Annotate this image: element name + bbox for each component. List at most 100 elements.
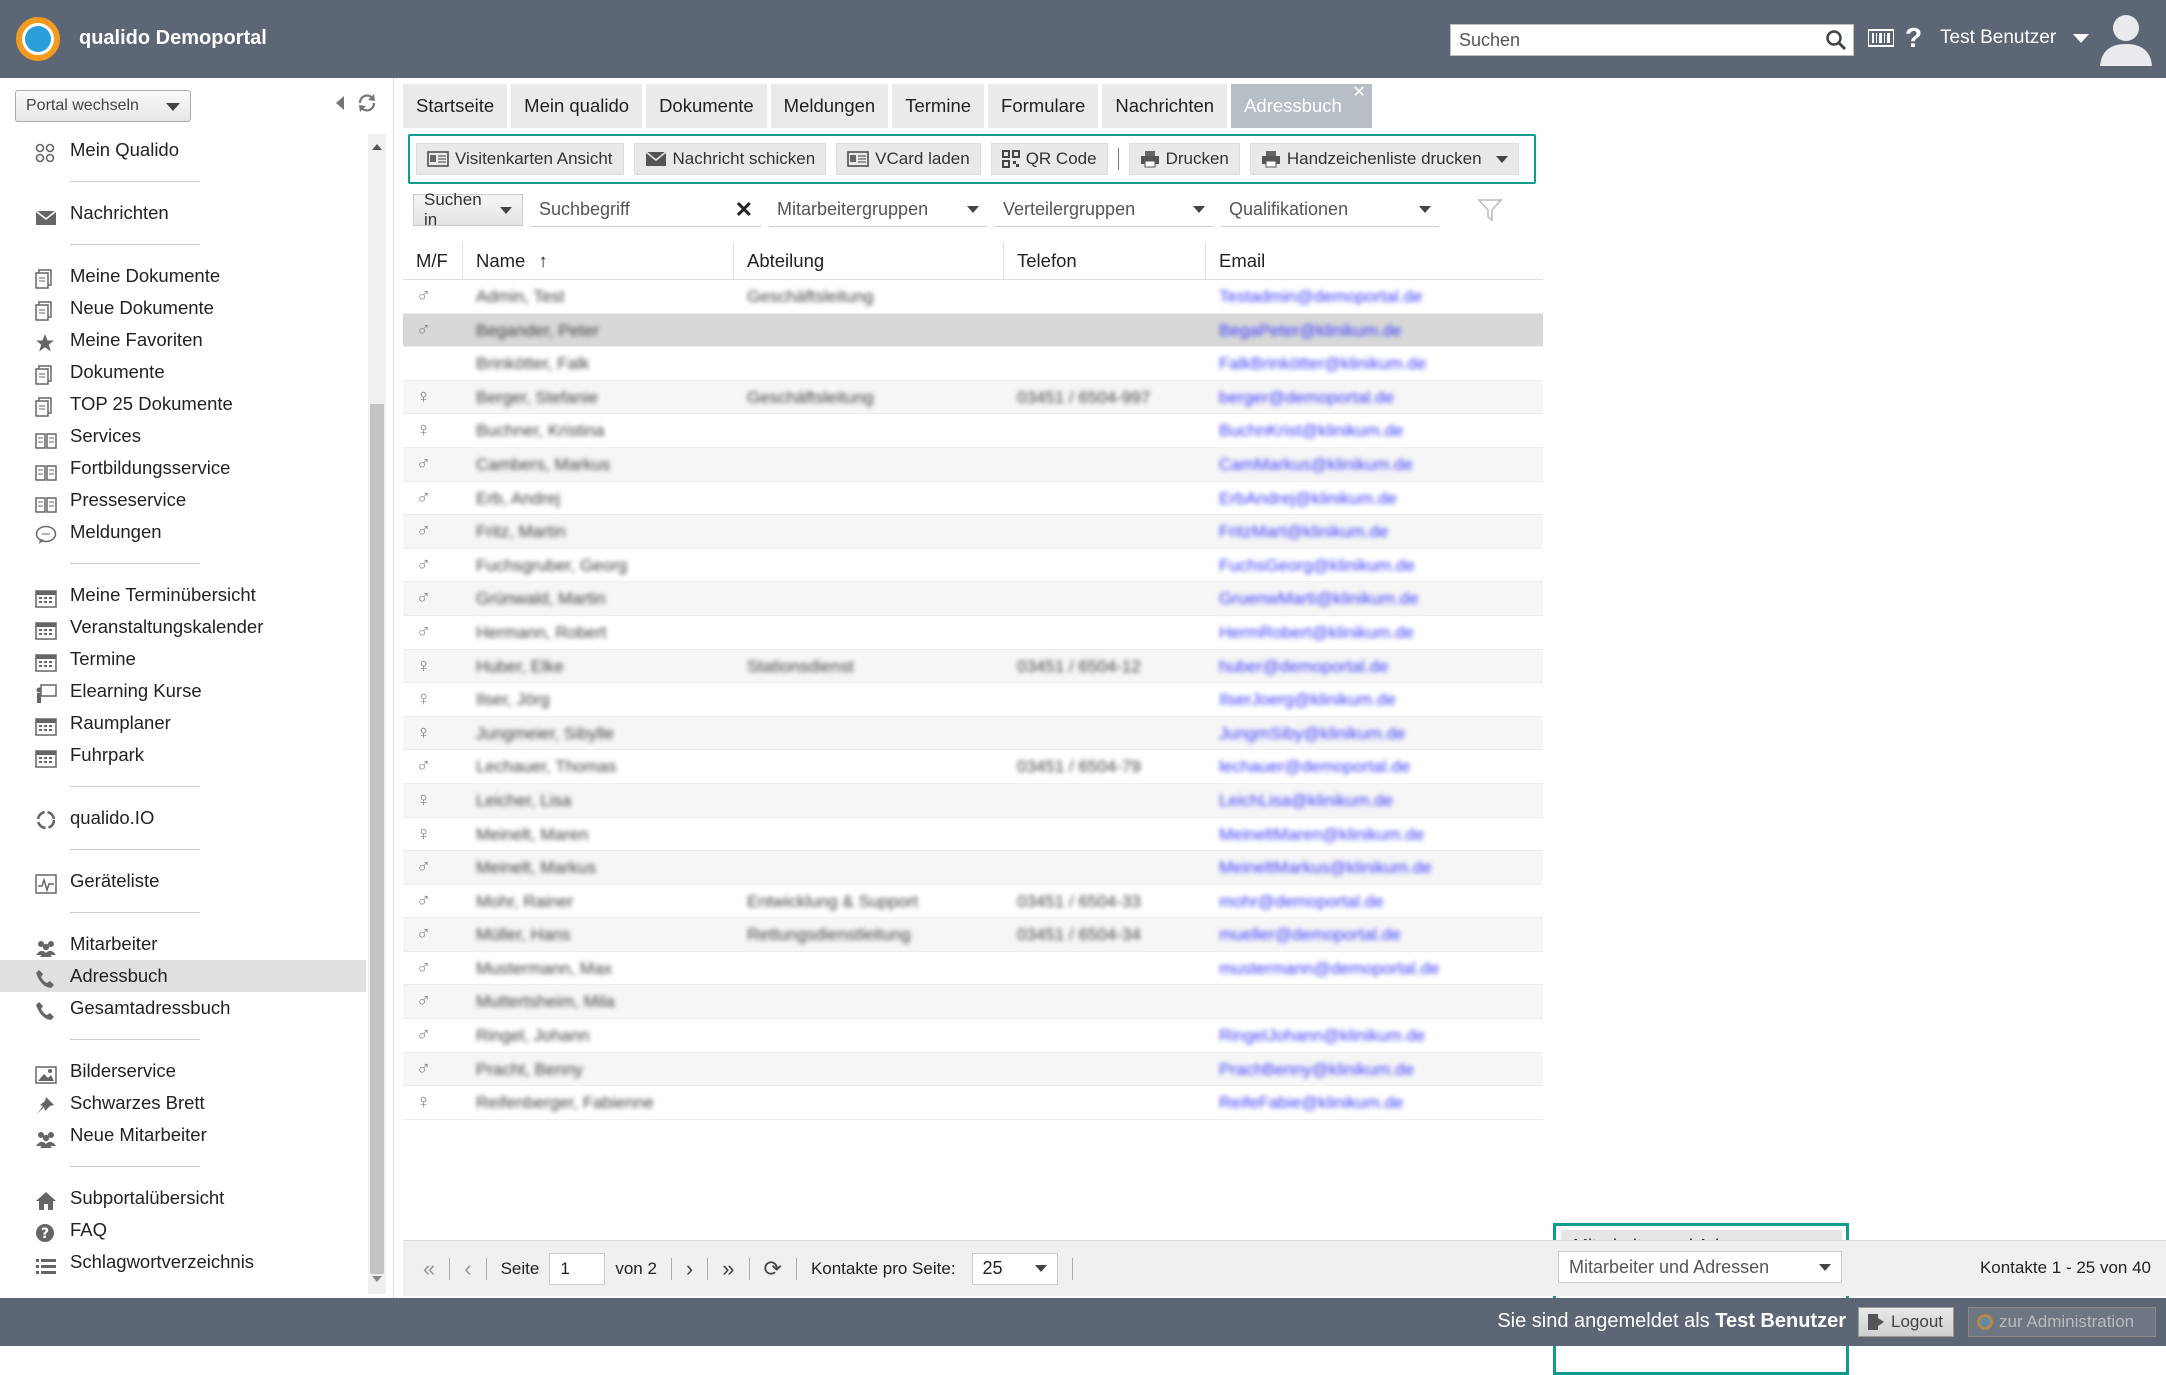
email-cell[interactable]: RingelJohann@klinikum.de [1219, 1026, 1425, 1045]
sidebar-item-meldungen[interactable]: Meldungen [0, 516, 366, 548]
table-row[interactable]: ♂ Mustermann, Max mustermann@demoportal.de [403, 952, 1543, 986]
refresh-icon[interactable] [356, 92, 378, 114]
table-row[interactable]: ♂ Muttertsheim, Mila [403, 985, 1543, 1020]
next-page-icon[interactable]: › [686, 1256, 693, 1282]
refresh-icon[interactable]: ⟳ [764, 1256, 782, 1282]
search-input[interactable] [1451, 25, 1811, 55]
per-page-select[interactable]: 25 [971, 1252, 1058, 1285]
sidebar-item-bilderservice[interactable]: Bilderservice [0, 1055, 366, 1087]
search-icon[interactable] [1825, 29, 1847, 51]
email-cell[interactable]: mohr@demoportal.de [1219, 892, 1384, 911]
email-cell[interactable]: MeineltMaren@klinikum.de [1219, 825, 1424, 844]
scroll-up-icon[interactable] [372, 144, 382, 150]
sidebar-item-presseservice[interactable]: Presseservice [0, 484, 366, 516]
table-row[interactable]: ♀ Huber, Elke Stationsdienst 03451 / 6504-1… [403, 649, 1543, 684]
sidebar-item-subportalübersicht[interactable]: Subportalübersicht [0, 1182, 366, 1214]
email-cell[interactable]: PrachBenny@klinikum.de [1219, 1060, 1414, 1079]
chevron-down-icon[interactable] [1495, 155, 1508, 163]
table-row[interactable]: ♀ Reifenberger, Fabienne ReifeFabie@klinik… [403, 1086, 1543, 1120]
email-cell[interactable]: MeineltMarkus@klinikum.de [1219, 858, 1432, 877]
qualifications-select[interactable]: Qualifikationen [1221, 193, 1439, 227]
table-row[interactable]: ♂ Mohr, Rainer Entwicklung & Support 03451 … [403, 885, 1543, 919]
vcard-view-button[interactable]: Visitenkarten Ansicht [416, 143, 624, 175]
sidebar-item-fortbildungsservice[interactable]: Fortbildungsservice [0, 452, 366, 484]
sidebar-item-neue-dokumente[interactable]: Neue Dokumente [0, 292, 366, 324]
email-cell[interactable]: FuchsGeorg@klinikum.de [1219, 556, 1415, 575]
sidebar-item-top-25-dokumente[interactable]: TOP 25 Dokumente [0, 388, 366, 420]
first-page-icon[interactable]: « [423, 1256, 435, 1282]
tab-dokumente[interactable]: Dokumente [646, 84, 767, 128]
global-search[interactable] [1450, 24, 1854, 56]
previous-page-icon[interactable]: ‹ [464, 1256, 471, 1282]
table-row[interactable]: ♂ Erb, Andrej ErbAndrej@klinikum.de [403, 482, 1543, 516]
table-row[interactable]: ♀ Ilser, Jörg IlserJoerg@klinikum.de [403, 683, 1543, 717]
distribution-groups-select[interactable]: Verteilergruppen [995, 193, 1213, 227]
column-email[interactable]: Email [1206, 242, 1543, 279]
table-row[interactable]: ♂ Ringel, Johann RingelJohann@klinikum.de [403, 1019, 1543, 1053]
logout-button[interactable]: Logout [1858, 1307, 1954, 1337]
sidebar-item-geräteliste[interactable]: Geräteliste [0, 865, 366, 897]
table-row[interactable]: Brinkötter, Falk FalkBrinkötter@klinikum.… [403, 347, 1543, 381]
email-cell[interactable]: lechauer@demoportal.de [1219, 757, 1410, 776]
sidebar-item-qualido-io[interactable]: qualido.IO [0, 802, 366, 834]
page-input[interactable]: 1 [549, 1252, 606, 1285]
sidebar-item-elearning-kurse[interactable]: Elearning Kurse [0, 675, 366, 707]
sidebar-item-veranstaltungskalender[interactable]: Veranstaltungskalender [0, 611, 366, 643]
table-row[interactable]: ♂ Admin, Test Geschäftsleitung Testadmin@de… [403, 280, 1543, 314]
table-row[interactable]: ♂ Fuchsgruber, Georg FuchsGeorg@klinikum.d… [403, 549, 1543, 583]
table-row[interactable]: ♀ Jungmeier, Sibylle JungmSiby@klinikum.de [403, 716, 1543, 751]
table-row[interactable]: ♂ Hermann, Robert HermRobert@klinikum.de [403, 616, 1543, 650]
sidebar-item-mein-qualido[interactable]: Mein Qualido [0, 134, 366, 166]
tab-startseite[interactable]: Startseite [403, 84, 508, 128]
column-phone[interactable]: Telefon [1004, 242, 1206, 279]
tab-meldungen[interactable]: Meldungen [770, 84, 889, 128]
help-icon[interactable]: ? [1905, 22, 1922, 54]
table-row[interactable]: ♂ Meinelt, Markus MeineltMarkus@klinikum.d… [403, 851, 1543, 885]
close-tab-icon[interactable]: ✕ [1352, 71, 1365, 115]
email-cell[interactable]: ReifeFabie@klinikum.de [1219, 1093, 1404, 1112]
tab-nachrichten[interactable]: Nachrichten [1102, 84, 1228, 128]
table-row[interactable]: ♂ Begander, Peter BegaPeter@klinikum.de [403, 313, 1543, 348]
sidebar-item-neue-mitarbeiter[interactable]: Neue Mitarbeiter [0, 1119, 366, 1151]
table-row[interactable]: ♀ Meinelt, Maren MeineltMaren@klinikum.de [403, 818, 1543, 852]
avatar[interactable] [2098, 12, 2154, 66]
email-cell[interactable]: Testadmin@demoportal.de [1219, 287, 1422, 306]
employee-groups-select[interactable]: Mitarbeitergruppen [769, 193, 987, 227]
column-department[interactable]: Abteilung [734, 242, 1004, 279]
last-page-icon[interactable]: » [722, 1256, 734, 1282]
search-term-input[interactable]: Suchbegriff ✕ [531, 193, 761, 227]
sidebar-item-adressbuch[interactable]: Adressbuch [0, 960, 366, 992]
sidebar-item-raumplaner[interactable]: Raumplaner [0, 707, 366, 739]
qualido-logo[interactable] [16, 17, 60, 61]
sidebar-item-gesamtadressbuch[interactable]: Gesamtadressbuch [0, 992, 366, 1024]
sidebar-item-meine-terminübersicht[interactable]: Meine Terminübersicht [0, 579, 366, 611]
email-cell[interactable]: BuchnKrist@klinikum.de [1219, 421, 1404, 440]
clear-icon[interactable]: ✕ [735, 197, 753, 223]
sidebar-item-services[interactable]: Services [0, 420, 366, 452]
email-cell[interactable]: FritzMart@klinikum.de [1219, 522, 1388, 541]
email-cell[interactable]: GruenwMarti@klinikum.de [1219, 589, 1419, 608]
tab-adressbuch[interactable]: Adressbuch ✕ [1231, 84, 1372, 128]
email-cell[interactable]: berger@demoportal.de [1219, 388, 1394, 407]
email-cell[interactable]: CamMarkus@klinikum.de [1219, 455, 1413, 474]
user-menu-chevron-icon[interactable] [2073, 34, 2089, 43]
qr-code-button[interactable]: QR Code [990, 143, 1108, 175]
sidebar-item-dokumente[interactable]: Dokumente [0, 356, 366, 388]
sidebar-item-faq[interactable]: ? FAQ [0, 1214, 366, 1246]
administration-button[interactable]: zur Administration [1968, 1307, 2156, 1337]
send-message-button[interactable]: Nachricht schicken [633, 143, 827, 175]
sidebar-item-schlagwortverzeichnis[interactable]: Schlagwortverzeichnis [0, 1246, 366, 1278]
email-cell[interactable]: ErbAndrej@klinikum.de [1219, 489, 1397, 508]
sidebar-item-nachrichten[interactable]: Nachrichten [0, 197, 366, 229]
column-gender[interactable]: M/F [403, 242, 463, 279]
print-signature-list-button[interactable]: Handzeichenliste drucken [1249, 143, 1519, 175]
sidebar-item-termine[interactable]: Termine [0, 643, 366, 675]
table-row[interactable]: ♂ Fritz, Martin FritzMart@klinikum.de [403, 515, 1543, 549]
sidebar-item-meine-favoriten[interactable]: Meine Favoriten [0, 324, 366, 356]
table-row[interactable]: ♀ Berger, Stefanie Geschäftsleitung 03451 /… [403, 380, 1543, 415]
sidebar-item-mitarbeiter[interactable]: Mitarbeiter [0, 928, 366, 960]
table-row[interactable]: ♂ Cambers, Markus CamMarkus@klinikum.de [403, 447, 1543, 482]
email-cell[interactable]: IlserJoerg@klinikum.de [1219, 690, 1396, 709]
email-cell[interactable]: BegaPeter@klinikum.de [1219, 321, 1402, 340]
table-row[interactable]: ♀ Buchner, Kristina BuchnKrist@klinikum.de [403, 414, 1543, 448]
